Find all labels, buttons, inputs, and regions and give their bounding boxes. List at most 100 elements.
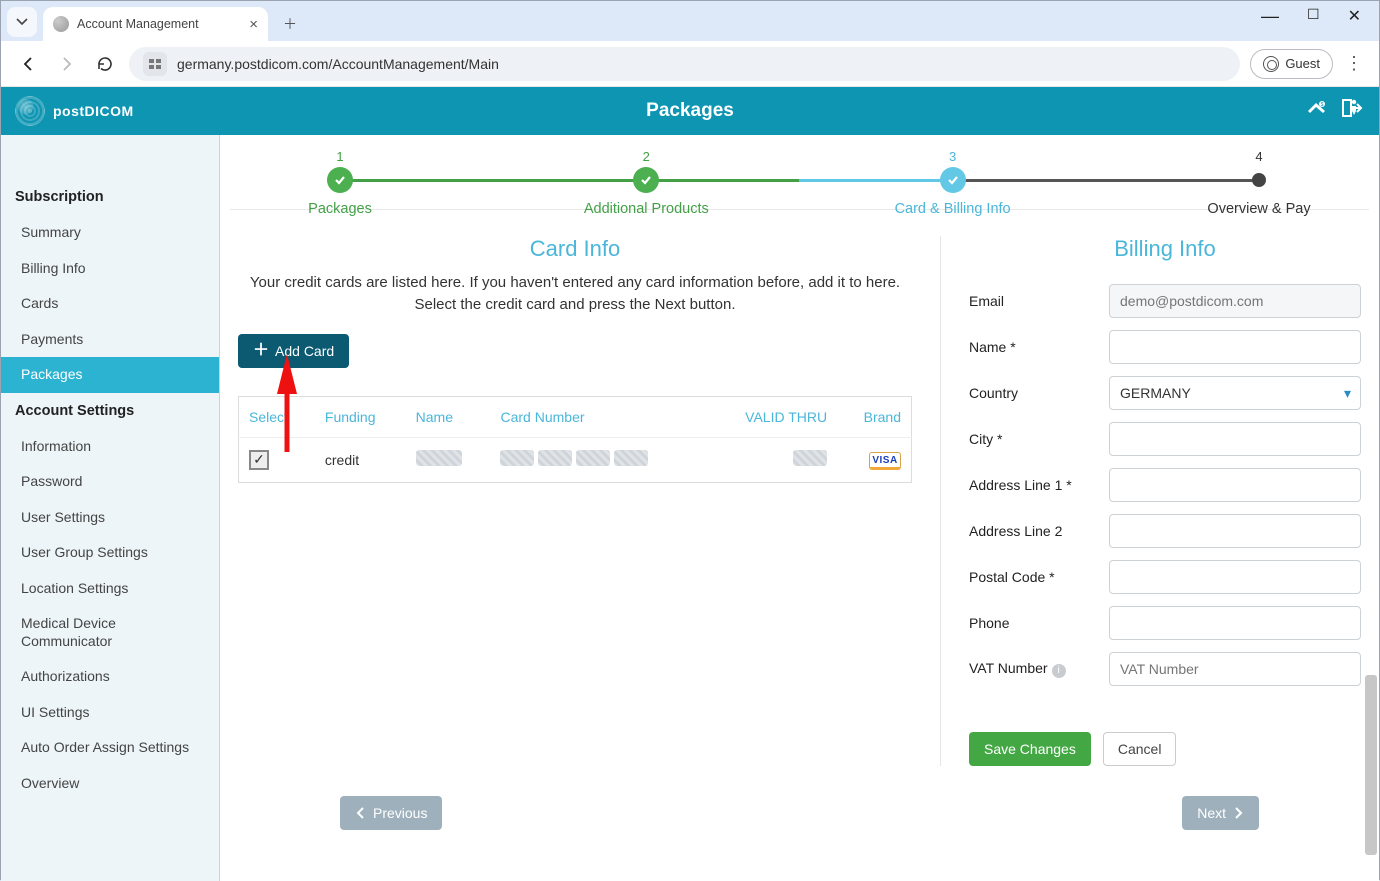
th-funding[interactable]: Funding bbox=[315, 396, 406, 437]
sidebar-heading-subscription: Subscription bbox=[1, 179, 219, 215]
app-logo[interactable]: postDICOM bbox=[15, 96, 134, 126]
sidebar-item-information[interactable]: Information bbox=[1, 429, 219, 465]
site-info-icon[interactable] bbox=[143, 52, 167, 76]
phone-field[interactable] bbox=[1109, 606, 1361, 640]
th-valid[interactable]: VALID THRU bbox=[706, 396, 837, 437]
add-card-label: Add Card bbox=[275, 343, 334, 359]
billing-title: Billing Info bbox=[969, 236, 1361, 262]
info-icon: i bbox=[1052, 664, 1066, 678]
back-button[interactable] bbox=[15, 50, 43, 78]
address1-field[interactable] bbox=[1109, 468, 1361, 502]
th-brand[interactable]: Brand bbox=[837, 396, 911, 437]
sidebar-item-auto-order-assign-settings[interactable]: Auto Order Assign Settings bbox=[1, 730, 219, 766]
sidebar-item-overview[interactable]: Overview bbox=[1, 766, 219, 802]
annotation-arrow bbox=[273, 366, 303, 457]
forward-button[interactable] bbox=[53, 50, 81, 78]
sidebar-item-cards[interactable]: Cards bbox=[1, 286, 219, 322]
card-info-title: Card Info bbox=[238, 236, 912, 262]
url-text: germany.postdicom.com/AccountManagement/… bbox=[177, 56, 499, 72]
chevron-right-icon bbox=[1232, 807, 1244, 819]
logo-icon bbox=[15, 96, 45, 126]
lbl-addr2: Address Line 2 bbox=[969, 523, 1109, 539]
cell-funding: credit bbox=[315, 437, 406, 482]
app-header: postDICOM Packages $ bbox=[1, 87, 1379, 135]
postal-field[interactable] bbox=[1109, 560, 1361, 594]
arrow-right-icon bbox=[58, 55, 76, 73]
sidebar-item-password[interactable]: Password bbox=[1, 464, 219, 500]
sidebar-item-user-settings[interactable]: User Settings bbox=[1, 500, 219, 536]
chevron-left-icon bbox=[355, 807, 367, 819]
previous-button[interactable]: Previous bbox=[340, 796, 442, 830]
lbl-phone: Phone bbox=[969, 615, 1109, 631]
sidebar-account-list: InformationPasswordUser SettingsUser Gro… bbox=[1, 429, 219, 802]
cell-number bbox=[490, 437, 706, 482]
url-bar[interactable]: germany.postdicom.com/AccountManagement/… bbox=[129, 47, 1240, 81]
reload-button[interactable] bbox=[91, 50, 119, 78]
sidebar-heading-account: Account Settings bbox=[1, 393, 219, 429]
step-node[interactable] bbox=[1252, 173, 1266, 187]
card-info-panel: Card Info Your credit cards are listed h… bbox=[238, 236, 941, 766]
browser-tab[interactable]: Account Management × bbox=[43, 7, 268, 41]
vat-field[interactable] bbox=[1109, 652, 1361, 686]
sidebar-item-payments[interactable]: Payments bbox=[1, 322, 219, 358]
sidebar-item-user-group-settings[interactable]: User Group Settings bbox=[1, 535, 219, 571]
tab-title: Account Management bbox=[77, 17, 199, 31]
sidebar-item-medical-device-communicator[interactable]: Medical Device Communicator bbox=[1, 606, 219, 659]
name-field[interactable] bbox=[1109, 330, 1361, 364]
lbl-postal: Postal Code * bbox=[969, 569, 1109, 585]
check-icon bbox=[946, 173, 960, 187]
step-node[interactable] bbox=[633, 167, 659, 193]
maximize-icon[interactable]: ☐ bbox=[1307, 6, 1320, 27]
sidebar-item-packages[interactable]: Packages bbox=[1, 357, 219, 393]
next-label: Next bbox=[1197, 805, 1226, 821]
step-node[interactable] bbox=[327, 167, 353, 193]
th-number[interactable]: Card Number bbox=[490, 396, 706, 437]
step-number: 3 bbox=[949, 149, 956, 164]
save-button[interactable]: Save Changes bbox=[969, 732, 1091, 766]
add-card-button[interactable]: ＋ Add Card bbox=[238, 334, 349, 368]
sidebar-item-summary[interactable]: Summary bbox=[1, 215, 219, 251]
address2-field[interactable] bbox=[1109, 514, 1361, 548]
close-window-icon[interactable]: ✕ bbox=[1348, 6, 1361, 27]
plus-icon: ＋ bbox=[253, 343, 269, 359]
app-body: Subscription SummaryBilling InfoCardsPay… bbox=[1, 135, 1379, 881]
minimize-icon[interactable]: — bbox=[1261, 6, 1279, 27]
step-label: Additional Products bbox=[584, 201, 709, 217]
lbl-addr1: Address Line 1 * bbox=[969, 477, 1109, 493]
email-field[interactable] bbox=[1109, 284, 1361, 318]
lbl-country: Country bbox=[969, 385, 1109, 401]
sidebar-item-authorizations[interactable]: Authorizations bbox=[1, 659, 219, 695]
sidebar-item-billing-info[interactable]: Billing Info bbox=[1, 251, 219, 287]
browser-menu-button[interactable]: ⋮ bbox=[1343, 49, 1365, 78]
cell-valid bbox=[706, 437, 837, 482]
svg-text:$: $ bbox=[1321, 102, 1324, 108]
table-row[interactable]: ✓credit VISA bbox=[239, 437, 912, 482]
sidebar-item-ui-settings[interactable]: UI Settings bbox=[1, 695, 219, 731]
exit-icon[interactable] bbox=[1341, 97, 1365, 125]
payment-icon[interactable]: $ bbox=[1305, 97, 1329, 125]
lbl-vat: VAT Numberi bbox=[969, 660, 1109, 678]
cell-name bbox=[406, 437, 491, 482]
sidebar-item-location-settings[interactable]: Location Settings bbox=[1, 571, 219, 607]
city-field[interactable] bbox=[1109, 422, 1361, 456]
card-table: Select Funding Name Card Number VALID TH… bbox=[238, 396, 912, 483]
th-name[interactable]: Name bbox=[406, 396, 491, 437]
next-button[interactable]: Next bbox=[1182, 796, 1259, 830]
lbl-name: Name * bbox=[969, 339, 1109, 355]
cancel-button[interactable]: Cancel bbox=[1103, 732, 1177, 766]
profile-icon bbox=[1263, 56, 1279, 72]
step-label: Card & Billing Info bbox=[895, 201, 1011, 217]
profile-chip[interactable]: Guest bbox=[1250, 49, 1333, 79]
tab-list-button[interactable] bbox=[7, 7, 37, 37]
tab-close-icon[interactable]: × bbox=[249, 16, 258, 33]
scrollbar-thumb[interactable] bbox=[1365, 675, 1377, 855]
reload-icon bbox=[96, 55, 114, 73]
arrow-left-icon bbox=[20, 55, 38, 73]
country-select[interactable] bbox=[1109, 376, 1361, 410]
check-icon bbox=[333, 173, 347, 187]
step-node[interactable] bbox=[940, 167, 966, 193]
step-number: 2 bbox=[643, 149, 650, 164]
new-tab-button[interactable]: ＋ bbox=[276, 10, 304, 38]
billing-info-panel: Billing Info Email Name * Country ▾ City… bbox=[941, 236, 1361, 766]
row-checkbox[interactable]: ✓ bbox=[249, 450, 269, 470]
